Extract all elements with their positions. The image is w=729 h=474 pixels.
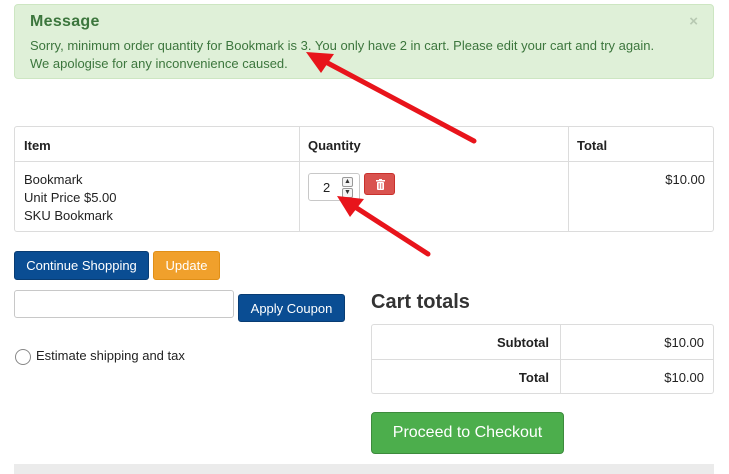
footer-bar (14, 464, 714, 474)
quantity-stepper[interactable]: 2 ▲ ▼ (308, 173, 360, 201)
close-icon[interactable]: × (689, 13, 698, 30)
trash-icon (376, 179, 385, 190)
estimate-shipping-radio[interactable] (15, 349, 31, 365)
header-total: Total (577, 138, 608, 153)
item-name: Bookmark (24, 172, 83, 187)
subtotal-label: Subtotal (497, 335, 549, 350)
alert-title: Message (30, 13, 100, 30)
coupon-input[interactable] (14, 290, 234, 318)
column-divider (560, 325, 561, 393)
item-unit-price: Unit Price $5.00 (24, 190, 117, 205)
cart-totals-table: Subtotal $10.00 Total $10.00 (371, 324, 714, 394)
total-label: Total (518, 370, 549, 385)
header-item: Item (24, 138, 51, 153)
quantity-value[interactable]: 2 (323, 180, 330, 195)
item-sku: SKU Bookmark (24, 208, 113, 223)
item-total: $10.00 (665, 172, 705, 187)
total-value: $10.00 (664, 370, 704, 385)
continue-shopping-button[interactable]: Continue Shopping (14, 251, 149, 280)
alert-message-apology: We apologise for any inconvenience cause… (30, 56, 288, 71)
chevron-down-icon[interactable]: ▼ (342, 188, 353, 198)
estimate-shipping-label[interactable]: Estimate shipping and tax (36, 348, 185, 363)
cart-table: Item Quantity Total Bookmark Unit Price … (14, 126, 714, 232)
subtotal-value: $10.00 (664, 335, 704, 350)
header-quantity: Quantity (308, 138, 361, 153)
proceed-to-checkout-button[interactable]: Proceed to Checkout (371, 412, 564, 454)
cart-table-header (15, 127, 713, 162)
update-cart-button[interactable]: Update (153, 251, 220, 280)
chevron-up-icon[interactable]: ▲ (342, 177, 353, 187)
row-divider (372, 359, 713, 360)
message-alert: Message × Sorry, minimum order quantity … (14, 4, 714, 79)
column-divider (568, 127, 569, 231)
apply-coupon-button[interactable]: Apply Coupon (238, 294, 345, 322)
delete-item-button[interactable] (364, 173, 395, 195)
alert-message: Sorry, minimum order quantity for Bookma… (30, 38, 655, 53)
cart-totals-heading: Cart totals (371, 291, 470, 313)
column-divider (299, 127, 300, 231)
